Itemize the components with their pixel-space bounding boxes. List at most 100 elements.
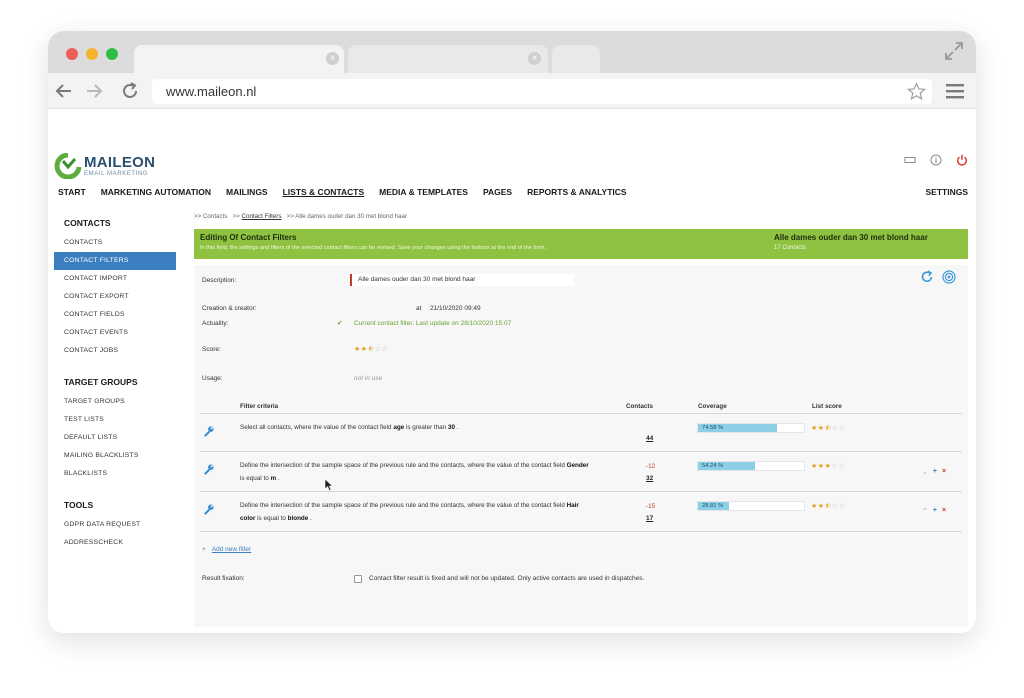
contacts-diff: -12 xyxy=(646,463,656,470)
actuality-label: Actuality: xyxy=(202,320,229,327)
column-filter-criteria: Filter criteria xyxy=(240,403,279,410)
close-window-button[interactable] xyxy=(66,48,78,60)
sidebar-item-blacklists[interactable]: BLACKLISTS xyxy=(54,465,176,483)
expand-icon[interactable] xyxy=(944,41,964,61)
minimize-window-button[interactable] xyxy=(86,48,98,60)
main-navigation: START MARKETING AUTOMATION MAILINGS LIST… xyxy=(58,187,968,201)
row-actions: ⌃ + × xyxy=(922,507,946,515)
tab-close-icon[interactable]: × xyxy=(326,52,339,65)
address-bar[interactable]: www.maileon.nl xyxy=(152,79,932,104)
nav-pages[interactable]: PAGES xyxy=(483,187,512,201)
score-stars[interactable]: ★★⯪☆☆ xyxy=(354,345,388,356)
nav-lists-contacts[interactable]: LISTS & CONTACTS xyxy=(283,187,365,201)
back-arrow-icon[interactable] xyxy=(54,81,74,101)
sidebar-item-contact-filters[interactable]: CONTACT FILTERS xyxy=(54,252,176,270)
bookmark-star-icon[interactable] xyxy=(907,82,926,101)
plus-icon: + xyxy=(202,546,206,553)
browser-tab[interactable]: × xyxy=(348,45,548,73)
wrench-icon[interactable] xyxy=(202,425,215,438)
add-new-filter-label: Add new filter xyxy=(211,546,252,553)
add-rule-icon[interactable]: + xyxy=(933,468,937,476)
result-fixation-checkbox[interactable] xyxy=(354,575,362,583)
filter-contact-count: 17 Contacts xyxy=(774,245,807,251)
window-icon[interactable] xyxy=(904,154,916,166)
contacts-count[interactable]: 17 xyxy=(646,515,653,522)
star-icon: ⯪ xyxy=(824,503,832,510)
sidebar-item-mailing-blacklists[interactable]: MAILING BLACKLISTS xyxy=(54,447,176,465)
star-icon: ★ xyxy=(811,503,818,510)
breadcrumb-separator: >> xyxy=(232,213,240,220)
wrench-icon[interactable] xyxy=(202,463,215,476)
tab-close-icon[interactable]: × xyxy=(528,52,541,65)
add-new-filter-link[interactable]: + Add new filter xyxy=(202,546,251,553)
star-icon: ⯪ xyxy=(367,346,375,353)
maileon-logo[interactable]: MAILEON EMAIL MARKETING xyxy=(54,153,156,179)
result-fixation-text: Contact filter result is fixed and will … xyxy=(369,575,645,582)
reload-icon[interactable] xyxy=(120,81,140,101)
sidebar-item-contacts[interactable]: CONTACTS xyxy=(54,234,176,252)
move-down-icon[interactable]: ⌄ xyxy=(922,468,928,476)
contacts-count[interactable]: 44 xyxy=(646,435,653,442)
power-icon[interactable] xyxy=(956,154,968,166)
mouse-cursor-icon xyxy=(324,478,334,491)
star-icon: ★ xyxy=(354,346,361,353)
coverage-bar: 28.81 % xyxy=(697,501,805,511)
main-content: >> Contacts >> Contact Filters >> Alle d… xyxy=(194,213,968,627)
star-icon: ★ xyxy=(817,425,825,432)
check-icon: ✔ xyxy=(337,320,343,327)
nav-mailings[interactable]: MAILINGS xyxy=(226,187,268,201)
info-icon[interactable] xyxy=(930,154,942,166)
browser-tab-active[interactable]: × xyxy=(134,45,344,73)
sidebar-item-default-lists[interactable]: DEFAULT LISTS xyxy=(54,429,176,447)
url-text: www.maileon.nl xyxy=(166,84,257,99)
contacts-count[interactable]: 32 xyxy=(646,475,653,482)
breadcrumb-contact-filters[interactable]: Contact Filters xyxy=(242,213,282,220)
result-fixation-label: Result fixation: xyxy=(202,575,245,582)
sidebar-item-contact-jobs[interactable]: CONTACT JOBS xyxy=(54,342,176,360)
move-up-icon[interactable]: ⌃ xyxy=(922,507,928,515)
list-score-stars[interactable]: ★★⯪☆☆ xyxy=(811,424,845,435)
description-input[interactable]: Alle dames ouder dan 30 met blond haar xyxy=(350,274,574,286)
sidebar-item-addresscheck[interactable]: ADDRESSCHECK xyxy=(54,534,176,552)
sidebar-item-contact-events[interactable]: CONTACT EVENTS xyxy=(54,324,176,342)
sidebar-item-contact-fields[interactable]: CONTACT FIELDS xyxy=(54,306,176,324)
add-rule-icon[interactable]: + xyxy=(933,507,937,515)
sidebar-item-target-groups[interactable]: TARGET GROUPS xyxy=(54,393,176,411)
nav-settings[interactable]: SETTINGS xyxy=(925,187,968,197)
forward-arrow-icon[interactable] xyxy=(84,81,104,101)
coverage-bar: 74.58 % xyxy=(697,423,805,433)
list-score-stars[interactable]: ★★⯪☆☆ xyxy=(811,502,845,513)
breadcrumb-contacts[interactable]: Contacts xyxy=(203,213,227,220)
sidebar-item-test-lists[interactable]: TEST LISTS xyxy=(54,411,176,429)
sidebar-item-contact-import[interactable]: CONTACT IMPORT xyxy=(54,270,176,288)
wrench-icon[interactable] xyxy=(202,503,215,516)
star-icon: ☆ xyxy=(838,463,845,470)
hamburger-menu-icon[interactable] xyxy=(946,83,964,99)
sidebar-item-contact-export[interactable]: CONTACT EXPORT xyxy=(54,288,176,306)
filter-rule-text: Define the intersection of the sample sp… xyxy=(240,462,589,482)
sidebar-item-gdpr-data-request[interactable]: GDPR DATA REQUEST xyxy=(54,516,176,534)
star-icon: ★ xyxy=(811,463,818,470)
creation-value: 21/10/2020 09:49 xyxy=(430,305,481,312)
target-icon[interactable] xyxy=(942,270,956,284)
header-icons xyxy=(904,154,968,168)
star-icon: ☆ xyxy=(838,503,846,510)
list-score-stars[interactable]: ★★★☆☆ xyxy=(811,462,845,470)
nav-media-templates[interactable]: MEDIA & TEMPLATES xyxy=(379,187,468,201)
logo-subtitle: EMAIL MARKETING xyxy=(84,171,149,177)
new-tab-button[interactable] xyxy=(552,45,600,73)
row-actions: ⌄ + × xyxy=(922,468,946,476)
actuality-value: Current contact filter. Last update on 2… xyxy=(354,320,512,327)
filter-name-title: Alle dames ouder dan 30 met blond haar xyxy=(774,233,928,242)
refresh-icon[interactable] xyxy=(920,270,934,284)
page-description: In this field, the settings and filters … xyxy=(200,245,547,251)
nav-start[interactable]: START xyxy=(58,187,86,201)
delete-rule-icon[interactable]: × xyxy=(942,468,946,476)
nav-reports-analytics[interactable]: REPORTS & ANALYTICS xyxy=(527,187,627,201)
sidebar-heading-contacts: CONTACTS xyxy=(64,218,111,228)
logo-name: MAILEON xyxy=(84,154,156,171)
delete-rule-icon[interactable]: × xyxy=(942,507,946,515)
breadcrumb-current: Alle dames ouder dan 30 met blond haar xyxy=(295,213,408,220)
nav-marketing-automation[interactable]: MARKETING AUTOMATION xyxy=(101,187,211,201)
maximize-window-button[interactable] xyxy=(106,48,118,60)
